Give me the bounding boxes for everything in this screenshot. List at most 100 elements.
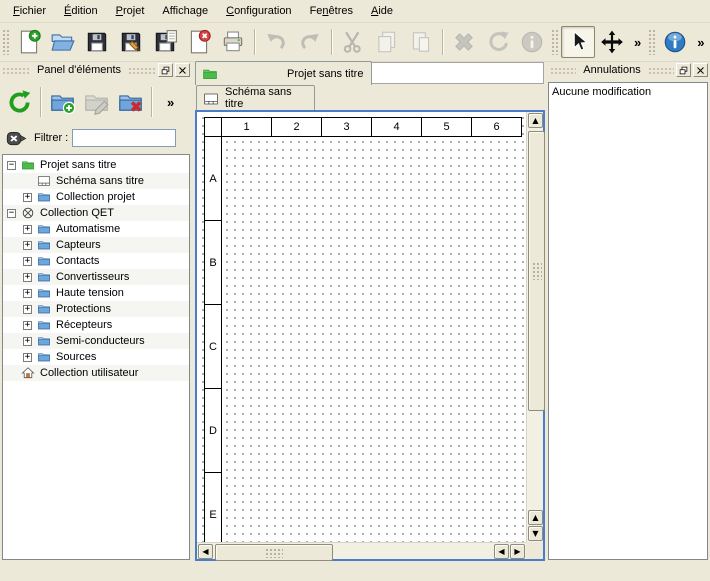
toolbar-overflow-button[interactable]: » xyxy=(162,93,179,112)
vertical-scrollbar-thumb[interactable] xyxy=(528,131,545,411)
tree-expander[interactable]: + xyxy=(23,257,32,266)
tree-expander[interactable]: − xyxy=(7,161,16,170)
tab-schema[interactable]: Schéma sans titre xyxy=(196,85,315,110)
save-all-button[interactable] xyxy=(148,26,182,58)
horizontal-scrollbar[interactable]: ◀ ◀ ▶ xyxy=(197,542,526,559)
tree-item-contacts[interactable]: +Contacts xyxy=(3,253,189,269)
delete-category-button[interactable] xyxy=(113,84,147,120)
folder-icon xyxy=(37,222,51,236)
tree-item-sources[interactable]: +Sources xyxy=(3,349,189,365)
new-category-button[interactable] xyxy=(45,84,79,120)
print-button[interactable] xyxy=(216,26,250,58)
tab-schema-label: Schéma sans titre xyxy=(225,86,308,110)
close-project-button[interactable] xyxy=(182,26,216,58)
paste-button[interactable] xyxy=(404,26,438,58)
tree-item-semi-conducteurs[interactable]: +Semi-conducteurs xyxy=(3,333,189,349)
info-toolbar: » xyxy=(646,23,709,61)
folder-icon xyxy=(37,238,51,252)
tree-item-haute-tension[interactable]: +Haute tension xyxy=(3,285,189,301)
tree-expander[interactable]: − xyxy=(7,209,16,218)
close-panel-button[interactable] xyxy=(693,63,708,77)
elements-panel-title: Panel d'éléments xyxy=(30,64,128,76)
tree-expander[interactable]: + xyxy=(23,273,32,282)
open-project-button[interactable] xyxy=(46,26,80,58)
scroll-left-button[interactable]: ◀ xyxy=(198,544,213,559)
undo-history-list[interactable]: Aucune modification xyxy=(548,82,708,560)
horizontal-scrollbar-thumb[interactable] xyxy=(215,544,333,561)
scroll-down-button[interactable]: ▼ xyxy=(528,526,543,541)
schema-icon xyxy=(203,91,219,107)
toolbar-handle[interactable] xyxy=(551,29,558,55)
scroll-right-button[interactable]: ▶ xyxy=(510,544,525,559)
tree-item-capteurs[interactable]: +Capteurs xyxy=(3,237,189,253)
tree-item-automatisme[interactable]: +Automatisme xyxy=(3,221,189,237)
folder-icon xyxy=(37,270,51,284)
tree-expander[interactable]: + xyxy=(23,225,32,234)
rotate-button[interactable] xyxy=(481,26,515,58)
tree-item-collection-qet[interactable]: −Collection QET xyxy=(3,205,189,221)
column-header-row: 123456 xyxy=(204,117,522,137)
tree-expander[interactable]: + xyxy=(23,241,32,250)
tree-expander[interactable]: + xyxy=(23,337,32,346)
delete-button[interactable] xyxy=(447,26,481,58)
undo-list-item[interactable]: Aucune modification xyxy=(552,85,704,100)
close-panel-button[interactable] xyxy=(175,63,190,77)
menu-fenetres[interactable]: Fenêtres xyxy=(301,1,362,21)
scroll-up-button[interactable]: ▲ xyxy=(528,510,543,525)
printer-icon xyxy=(220,29,246,55)
menu-configuration[interactable]: Configuration xyxy=(217,1,300,21)
reload-collections-button[interactable] xyxy=(2,84,36,120)
tree-item-recepteurs[interactable]: +Récepteurs xyxy=(3,317,189,333)
schema-canvas[interactable]: 123456 ABCDE xyxy=(197,112,526,542)
menu-edition[interactable]: Édition xyxy=(55,1,107,21)
copy-button[interactable] xyxy=(370,26,404,58)
about-qet-button[interactable] xyxy=(658,26,692,58)
toolbar-overflow-button[interactable]: » xyxy=(629,33,646,52)
menu-aide[interactable]: Aide xyxy=(362,1,402,21)
filter-input[interactable] xyxy=(72,129,176,147)
menu-projet[interactable]: Projet xyxy=(107,1,154,21)
new-project-button[interactable] xyxy=(12,26,46,58)
tree-expander[interactable]: + xyxy=(23,305,32,314)
tree-item-protections[interactable]: +Protections xyxy=(3,301,189,317)
undo-button[interactable] xyxy=(259,26,293,58)
toolbar-separator xyxy=(151,87,152,117)
folder-icon xyxy=(37,286,51,300)
tree-item-projet-sans-titre[interactable]: −Projet sans titre xyxy=(3,157,189,173)
tree-item-collection-utilisateur[interactable]: Collection utilisateur xyxy=(3,365,189,381)
save-button[interactable] xyxy=(80,26,114,58)
save-as-button[interactable] xyxy=(114,26,148,58)
scroll-left-button[interactable]: ◀ xyxy=(494,544,509,559)
toolbar-handle[interactable] xyxy=(648,29,655,55)
scroll-up-button[interactable]: ▲ xyxy=(528,113,543,128)
redo-button[interactable] xyxy=(293,26,327,58)
vertical-scrollbar[interactable]: ▲ ▲ ▼ xyxy=(526,112,543,542)
tree-expander[interactable]: + xyxy=(23,193,32,202)
tree-item-collection-projet[interactable]: +Collection projet xyxy=(3,189,189,205)
pan-mode-button[interactable] xyxy=(595,26,629,58)
toolbar-handle[interactable] xyxy=(2,29,9,55)
tree-expander[interactable]: + xyxy=(23,289,32,298)
schema-view[interactable]: 123456 ABCDE ▲ ▲ ▼ ◀ ◀ ▶ xyxy=(195,110,545,561)
float-panel-button[interactable] xyxy=(158,63,173,77)
float-panel-button[interactable] xyxy=(676,63,691,77)
clear-filter-button[interactable] xyxy=(4,128,28,149)
tools-toolbar: » xyxy=(549,23,646,61)
cut-button[interactable] xyxy=(336,26,370,58)
tree-expander[interactable]: + xyxy=(23,321,32,330)
schema-icon xyxy=(37,174,51,188)
edit-category-button[interactable] xyxy=(79,84,113,120)
tree-item-schema-sans-titre[interactable]: Schéma sans titre xyxy=(3,173,189,189)
tree-item-label: Schéma sans titre xyxy=(56,175,144,187)
tree-item-convertisseurs[interactable]: +Convertisseurs xyxy=(3,269,189,285)
menu-fichier[interactable]: Fichier xyxy=(4,1,55,21)
qelectrotech-window: FichierÉditionProjetAffichageConfigurati… xyxy=(0,0,710,581)
column-header-3: 3 xyxy=(321,118,371,136)
toolbar-overflow-button[interactable]: » xyxy=(692,33,709,52)
paste-icon xyxy=(408,29,434,55)
menu-affichage[interactable]: Affichage xyxy=(153,1,217,21)
tree-expander[interactable]: + xyxy=(23,353,32,362)
select-mode-button[interactable] xyxy=(561,26,595,58)
tab-project[interactable]: Projet sans titre xyxy=(195,61,372,85)
object-info-button[interactable] xyxy=(515,26,549,58)
